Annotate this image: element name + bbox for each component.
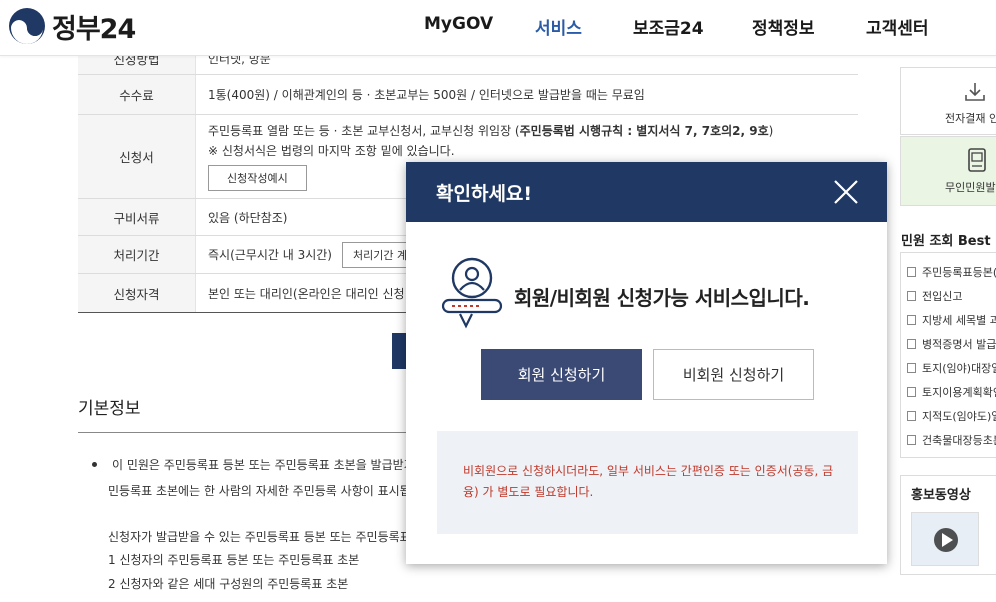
document-icon [907,315,916,325]
row-label: 신청서 [78,115,196,198]
kiosk-card[interactable]: 무인민원발 [900,136,996,206]
row-label: 처리기간 [78,236,196,273]
form-names-suffix: ) [768,124,774,138]
member-apply-button[interactable]: 회원 신청하기 [481,349,642,400]
bullet [92,462,97,467]
nav-service[interactable]: 서비스 [535,14,582,39]
document-icon [907,267,916,277]
basic-info-line: 1 신청자의 주민등록표 등본 또는 주민등록표 초본 [108,553,360,567]
basic-info-line: 신청자가 발급받을 수 있는 주민등록표 등본 또는 주민등록표 초 [108,530,426,544]
modal-message: 회원/비회원 신청가능 서비스입니다. [514,286,810,310]
best-title: 민원 조회 Best [901,234,991,249]
document-icon [907,387,916,397]
row-label: 신청자격 [78,274,196,312]
e-approval-label: 전자결재 인 [945,112,996,125]
form-names: 주민등록표 열람 또는 등 · 초본 교부신청서, 교부신청 위임장 ( [208,124,520,138]
best-list: 주민등록표등본( 전입신고 지방세 세목별 과 병적증명서 발급 토지(임야)대… [900,252,996,458]
member-user-icon [441,257,503,329]
download-icon [965,83,985,101]
promo-video-panel: 홍보동영상 [900,475,996,575]
row-label: 수수료 [78,75,196,114]
site-header: 정부24 MyGOV 서비스 보조금24 정책정보 고객센터 [0,0,996,56]
promo-title: 홍보동영상 [911,488,971,503]
logo-text: 정부24 [52,13,136,45]
best-item[interactable]: 토지(임야)대장열 [907,360,996,376]
table-row: 수수료 1통(400원) / 이해관계인의 등 · 초본교부는 500원 / 인… [78,75,858,115]
document-icon [907,435,916,445]
basic-info-line: 민등록표 초본에는 한 사람의 자세한 주민등록 사항이 표시됩니 [108,484,422,498]
basic-info-line: 2 신청자와 같은 세대 구성원의 주민등록표 초본 [108,577,349,591]
basic-info-line: 이 민원은 주민등록표 등본 또는 주민등록표 초본을 발급받기 위 [112,458,430,472]
best-item[interactable]: 지방세 세목별 과 [907,312,996,328]
modal-header: 확인하세요! [406,162,887,222]
law-reference: 주민등록법 시행규칙 : 별지서식 7, 7호의2, 9호 [519,124,769,138]
promo-video-thumbnail[interactable] [911,512,979,566]
basic-info-title: 기본정보 [78,399,141,419]
best-item[interactable]: 주민등록표등본( [907,264,996,280]
best-item[interactable]: 전입신고 [907,288,962,304]
application-example-button[interactable]: 신청작성예시 [208,165,307,191]
row-label: 구비서류 [78,199,196,235]
best-item[interactable]: 병적증명서 발급 [907,336,996,352]
document-icon [907,339,916,349]
row-value: 1통(400원) / 이해관계인의 등 · 초본교부는 500원 / 인터넷으로… [208,88,645,102]
nav-mygov[interactable]: MyGOV [424,14,493,34]
best-item[interactable]: 토지이용계획확인 [907,384,996,400]
best-item[interactable]: 지적도(임야도)열 [907,408,996,424]
nav-subsidy24[interactable]: 보조금24 [633,14,704,39]
confirm-modal: 확인하세요! 회원/비회원 신청가능 서비스입니다. 회원 신청하기 비회원 신… [406,162,887,564]
best-item[interactable]: 건축물대장등초본 [907,432,996,448]
kiosk-icon [968,148,986,172]
document-icon [907,291,916,301]
e-approval-card[interactable]: 전자결재 인 [900,67,996,135]
kiosk-label: 무인민원발 [945,181,996,194]
nonmember-apply-button[interactable]: 비회원 신청하기 [653,349,814,400]
modal-notice-box: 비회원으로 신청하시더라도, 일부 서비스는 간편인증 또는 인증서(공동, 금… [437,431,858,534]
site-logo[interactable]: 정부24 [8,6,136,46]
form-note: ※ 신청서식은 법령의 마지막 조항 밑에 있습니다. [208,144,455,158]
processing-time: 즉시(근무시간 내 3시간) [208,248,332,262]
nav-policy-info[interactable]: 정책정보 [752,14,815,39]
modal-notice-text: 비회원으로 신청하시더라도, 일부 서비스는 간편인증 또는 인증서(공동, 금… [463,464,834,499]
close-icon[interactable] [833,179,859,205]
modal-title: 확인하세요! [436,183,533,205]
play-icon [934,528,958,552]
document-icon [907,411,916,421]
nav-customer-center[interactable]: 고객센터 [866,14,929,39]
taegeuk-logo-icon [9,8,45,44]
document-icon [907,363,916,373]
